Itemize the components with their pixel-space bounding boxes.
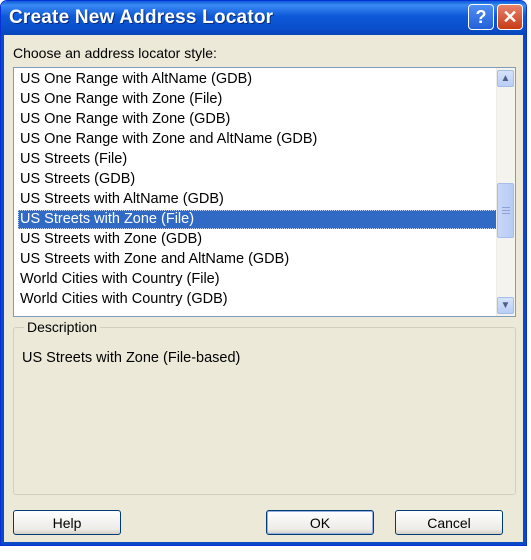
list-item[interactable]: US Streets (GDB) <box>18 170 497 189</box>
list-item[interactable]: US Streets with Zone (File) <box>18 210 497 229</box>
list-item[interactable]: US Streets (File) <box>18 150 497 169</box>
help-button[interactable]: Help <box>13 510 121 535</box>
list-item[interactable]: World Cities with Country (GDB) <box>18 290 497 309</box>
thumb-grip-line <box>502 210 510 211</box>
dialog-title: Create New Address Locator <box>9 7 274 28</box>
create-address-locator-dialog: Create New Address Locator ? ✕ Choose an… <box>0 0 527 546</box>
description-legend: Description <box>24 319 101 335</box>
thumb-grip-line <box>502 213 510 214</box>
list-item[interactable]: US One Range with Zone (File) <box>18 90 497 109</box>
scroll-thumb[interactable] <box>497 183 514 238</box>
thumb-grip-line <box>502 207 510 208</box>
ok-button[interactable]: OK <box>266 510 374 535</box>
vertical-scrollbar[interactable]: ▲ ▼ <box>496 68 515 316</box>
style-list[interactable]: US One Range with AltName (GDB) US One Ra… <box>14 68 497 316</box>
locator-style-listbox[interactable]: US One Range with AltName (GDB) US One Ra… <box>13 67 516 317</box>
list-item[interactable]: US Streets with Zone and AltName (GDB) <box>18 250 497 269</box>
description-text: US Streets with Zone (File-based) <box>22 350 241 366</box>
window-frame-right <box>523 35 526 545</box>
help-icon[interactable]: ? <box>468 4 494 30</box>
list-item[interactable]: US One Range with Zone and AltName (GDB) <box>18 130 497 149</box>
list-item[interactable]: World Cities with Country (File) <box>18 270 497 289</box>
close-icon[interactable]: ✕ <box>497 4 523 30</box>
window-frame-left <box>1 35 4 545</box>
list-item[interactable]: US One Range with Zone (GDB) <box>18 110 497 129</box>
scroll-up-icon[interactable]: ▲ <box>497 70 514 87</box>
scroll-down-icon[interactable]: ▼ <box>497 297 514 314</box>
list-item[interactable]: US Streets with Zone (GDB) <box>18 230 497 249</box>
list-item[interactable]: US Streets with AltName (GDB) <box>18 190 497 209</box>
title-bar[interactable]: Create New Address Locator ? ✕ <box>1 1 526 35</box>
style-prompt-label: Choose an address locator style: <box>13 45 217 61</box>
cancel-button[interactable]: Cancel <box>395 510 503 535</box>
list-item[interactable]: US One Range with AltName (GDB) <box>18 70 497 89</box>
window-frame-bottom <box>1 542 526 545</box>
description-groupbox: Description US Streets with Zone (File-b… <box>13 319 516 495</box>
